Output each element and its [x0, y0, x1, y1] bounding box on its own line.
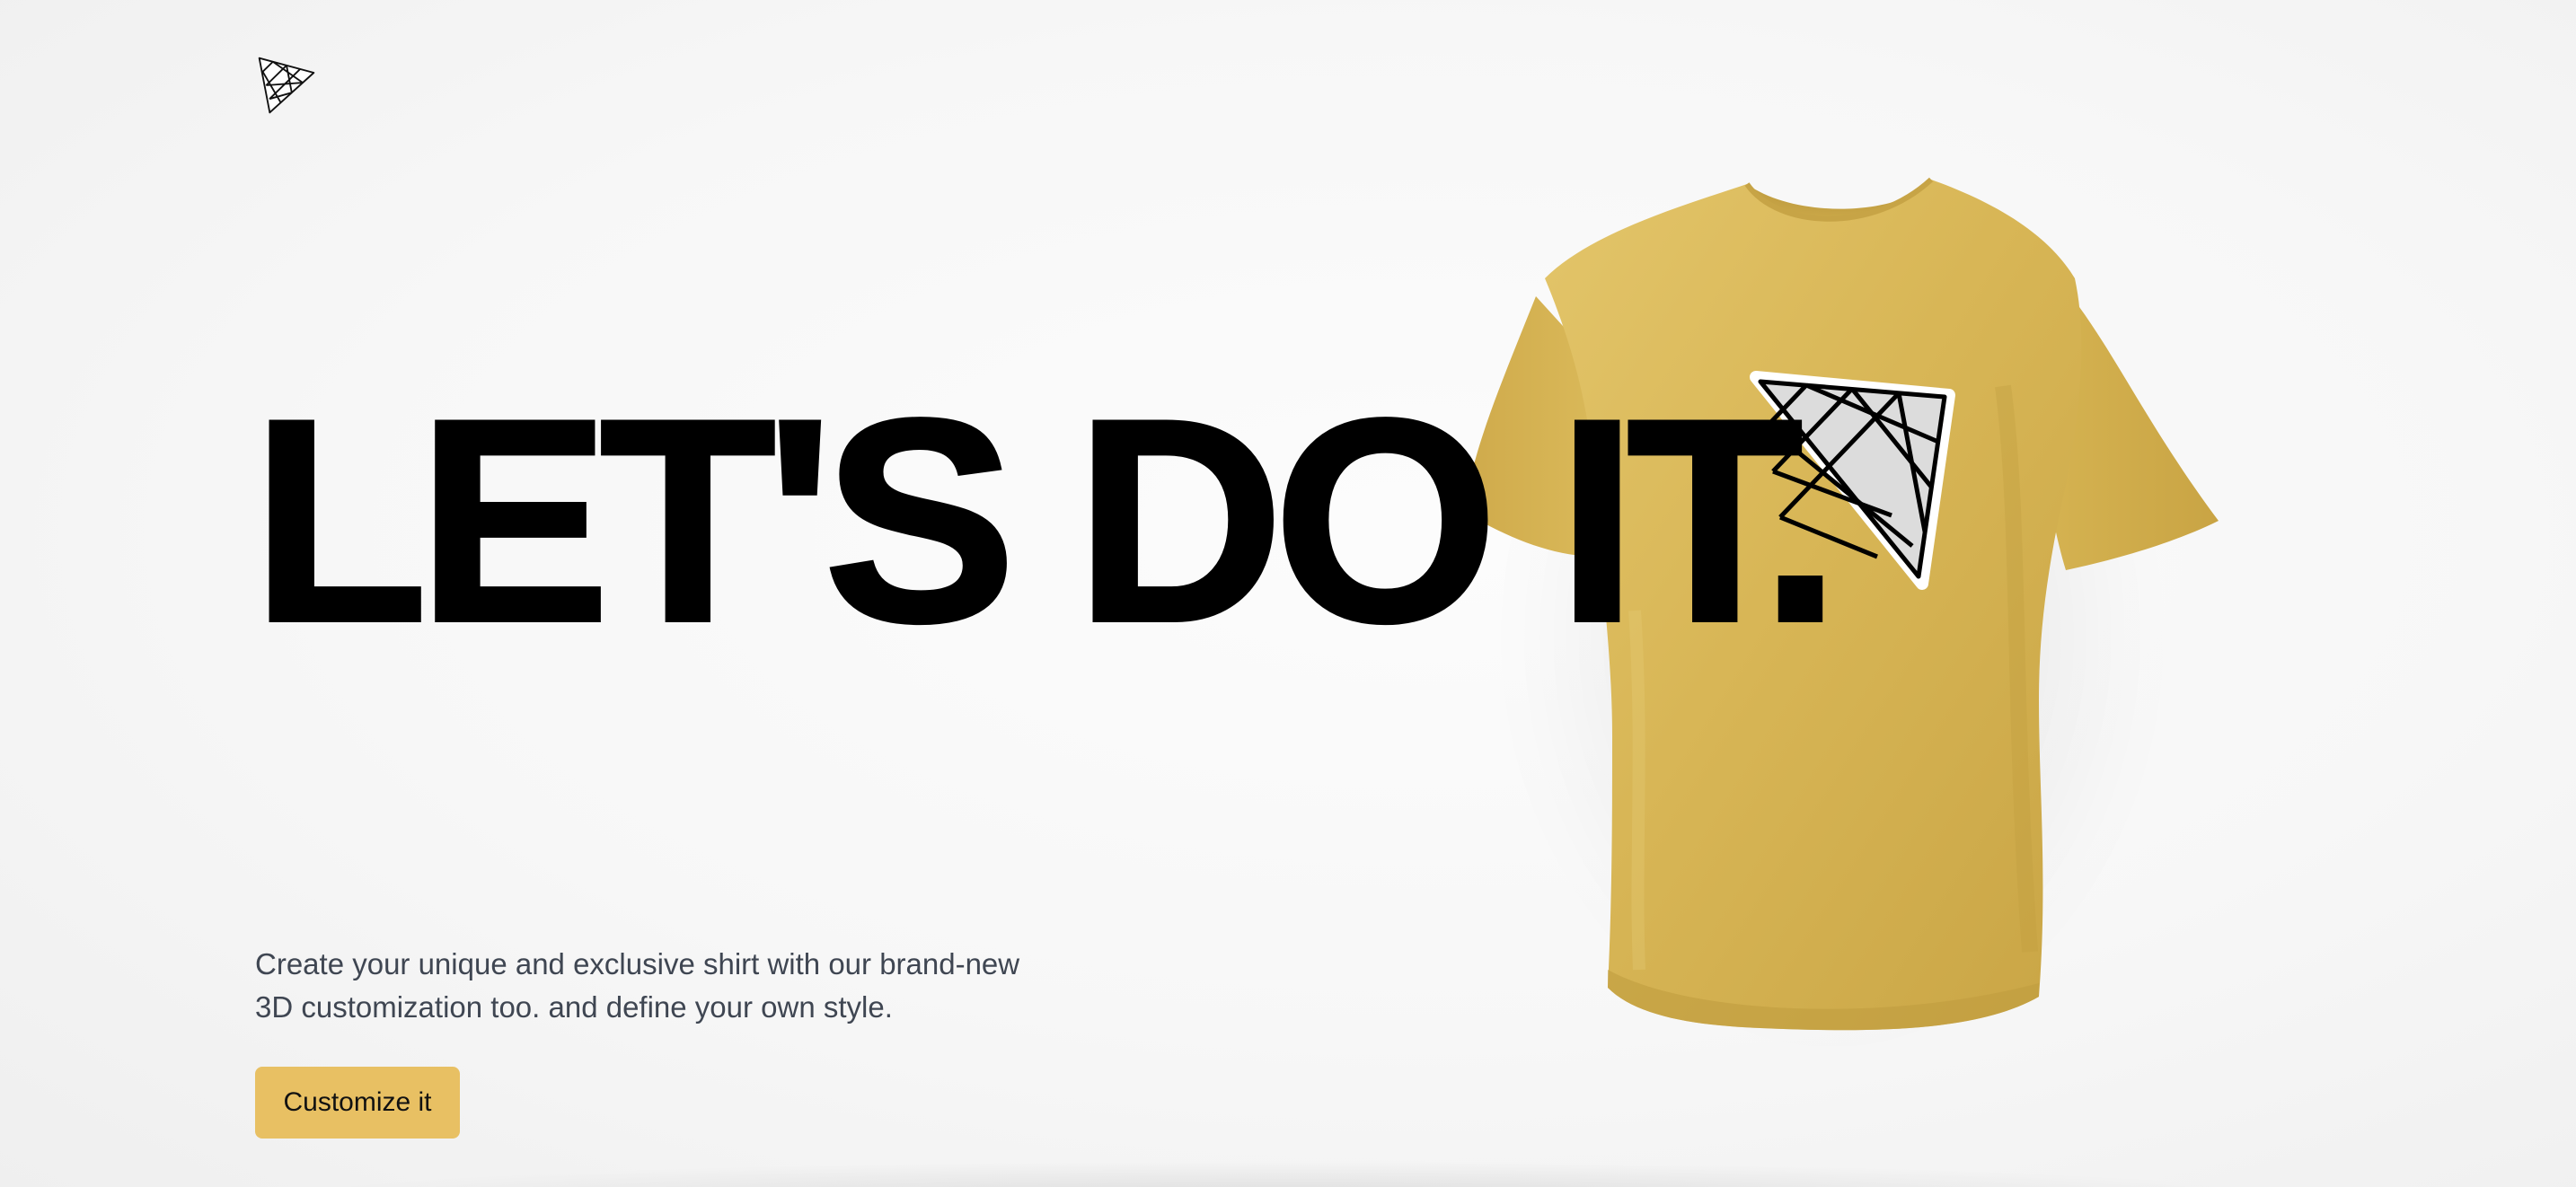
hero-headline: LET'S DO IT.	[250, 360, 1842, 682]
triangle-mesh-logo-icon[interactable]	[255, 54, 318, 117]
hero-description-line-1: Create your unique and exclusive shirt w…	[255, 947, 1020, 980]
hero-description-line-2: 3D customization too. and define your ow…	[255, 990, 893, 1024]
hero-description: Create your unique and exclusive shirt w…	[255, 943, 1081, 1029]
landing-page: LET'S DO IT. Create your unique and excl…	[0, 0, 2576, 1187]
customize-it-button[interactable]: Customize it	[255, 1067, 460, 1139]
bottom-shadow	[251, 1160, 2325, 1187]
